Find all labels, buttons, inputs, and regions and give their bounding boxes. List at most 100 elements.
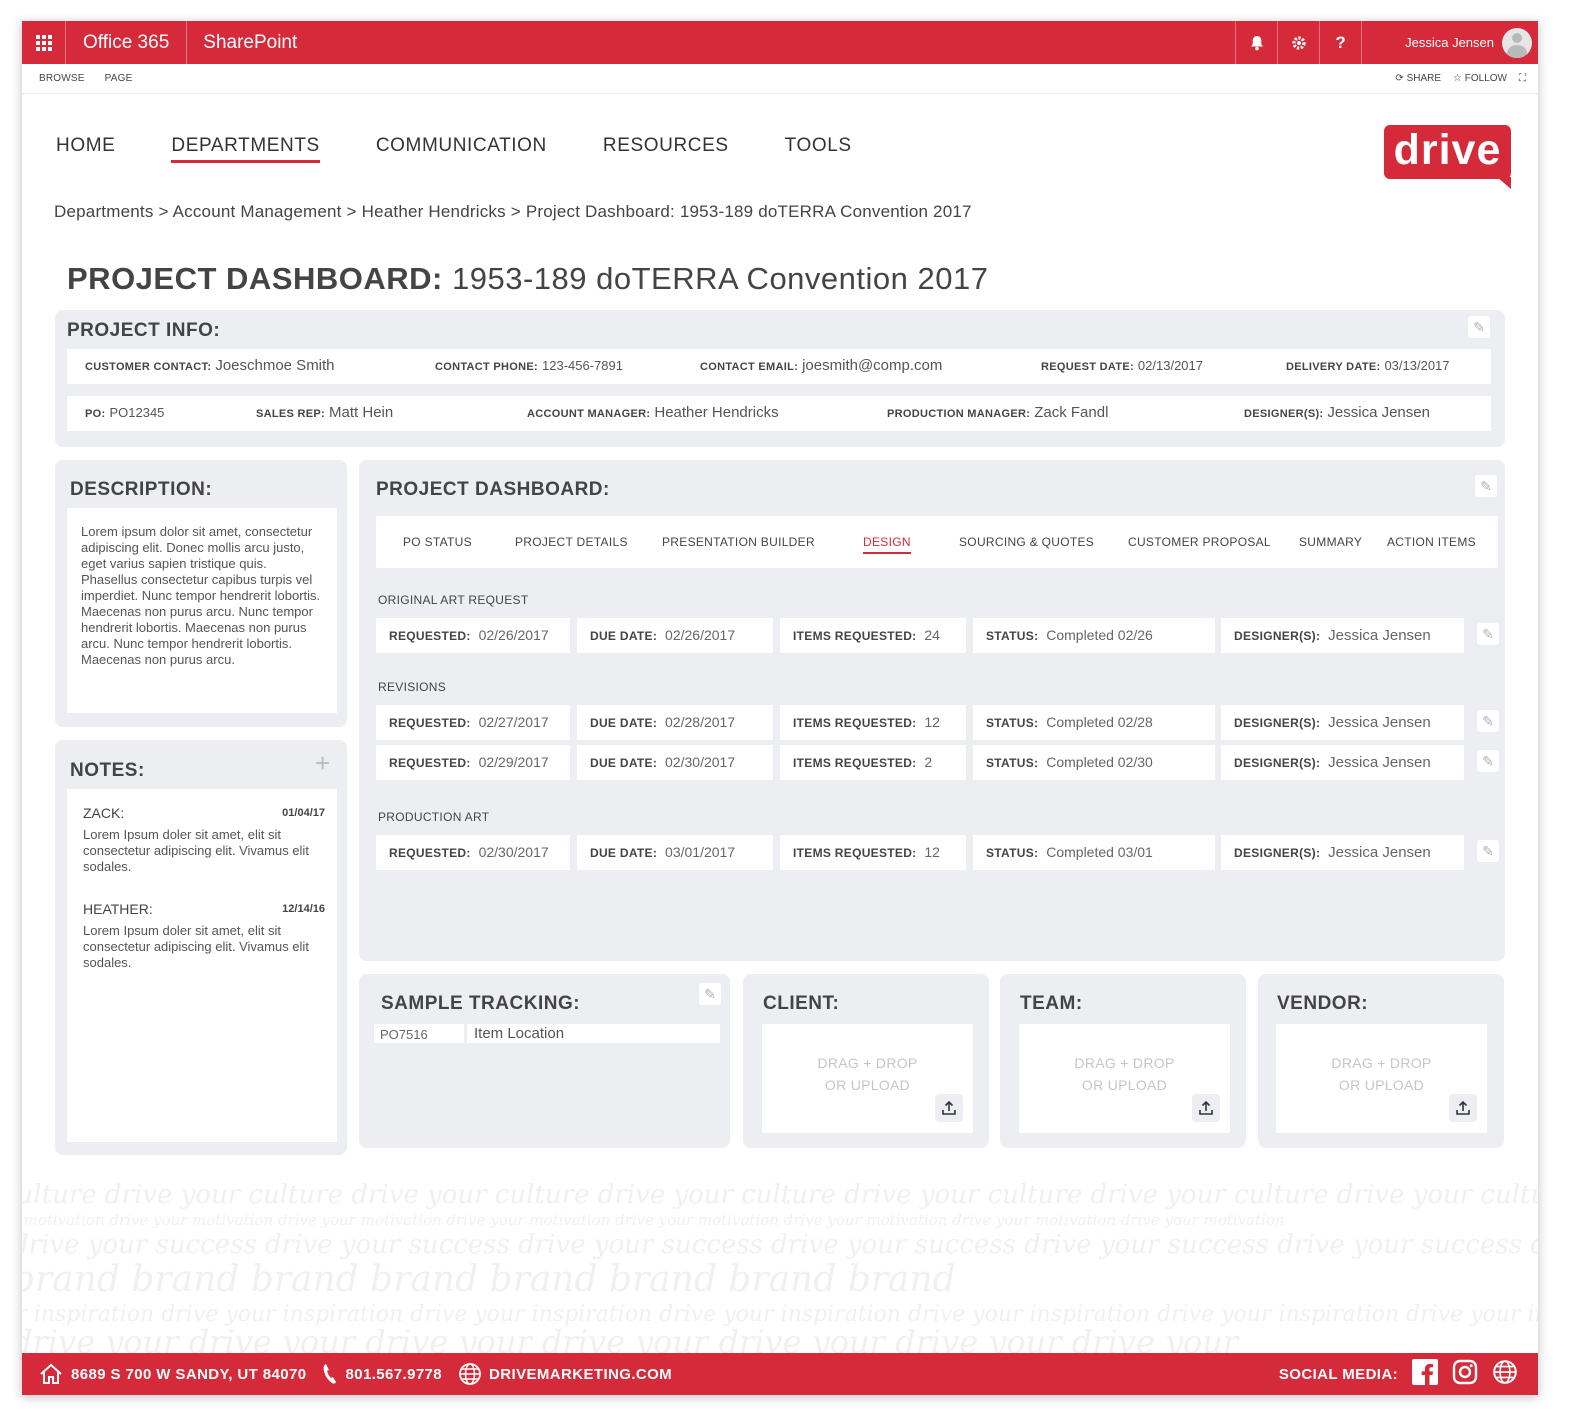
vendor-title: VENDOR: [1277, 993, 1369, 1014]
description-box: Lorem ipsum dolor sit amet, consectetur … [67, 508, 337, 713]
edit-sample-tracking-icon[interactable]: ✎ [699, 983, 721, 1005]
client-dropzone[interactable]: DRAG + DROP OR UPLOAD [762, 1024, 973, 1133]
globe-icon [459, 1363, 481, 1385]
dashboard-tabs: PO STATUS PROJECT DETAILS PRESENTATION B… [376, 516, 1498, 568]
sales-rep-value: Matt Hein [329, 404, 394, 421]
contact-email-value[interactable]: joesmith@comp.com [802, 357, 942, 374]
breadcrumb-departments[interactable]: Departments [54, 202, 154, 221]
social-media-label: SOCIAL MEDIA: [1278, 1365, 1398, 1383]
items-requested-cell: ITEMS REQUESTED: 2 [780, 745, 966, 780]
tab-design[interactable]: DESIGN [863, 535, 911, 554]
status-cell: STATUS: Completed 02/28 [973, 705, 1215, 740]
drive-logo[interactable]: drive [1384, 125, 1511, 189]
status-cell: STATUS: Completed 02/26 [973, 618, 1215, 653]
notifications-bell-icon[interactable] [1235, 21, 1277, 64]
ribbon-tab-browse[interactable]: BROWSE [39, 73, 85, 84]
share-button[interactable]: ⟳ SHARE [1395, 73, 1441, 84]
nav-communication[interactable]: COMMUNICATION [376, 135, 547, 163]
add-note-icon[interactable]: + [315, 748, 330, 779]
project-info-title: PROJECT INFO: [67, 320, 221, 341]
sample-po-field[interactable]: PO7516 [374, 1024, 464, 1043]
vendor-dropzone[interactable]: DRAG + DROP OR UPLOAD [1276, 1024, 1487, 1133]
footer-phone[interactable]: 801.567.9778 [322, 1362, 442, 1386]
upload-icon[interactable] [935, 1094, 963, 1122]
breadcrumb: Departments > Account Management > Heath… [54, 202, 972, 221]
tab-sourcing-quotes[interactable]: SOURCING & QUOTES [959, 535, 1094, 549]
svg-text:drive your success drive your: drive your success drive your success dr… [22, 1230, 1538, 1260]
team-upload-panel: TEAM: DRAG + DROP OR UPLOAD [1000, 974, 1246, 1148]
instagram-icon[interactable] [1452, 1359, 1478, 1389]
request-date-value: 02/13/2017 [1137, 358, 1203, 373]
production-manager-value: Zack Fandl [1034, 404, 1109, 421]
dashboard-title: PROJECT DASHBOARD: [376, 479, 610, 500]
designer-cell: DESIGNER(S): Jessica Jensen [1221, 705, 1464, 740]
due-date-cell: DUE DATE: 02/26/2017 [577, 618, 773, 653]
nav-home[interactable]: HOME [56, 135, 115, 163]
sample-location-field[interactable]: Item Location [467, 1024, 720, 1043]
section-revisions: REVISIONS [378, 680, 447, 694]
svg-text:drive your drive your dr: drive your drive your drive your drive y… [22, 1323, 1240, 1353]
suite-bar: Office 365 SharePoint ? Jessica Jensen [22, 21, 1538, 64]
notes-panel: NOTES: + ZACK: 01/04/17 Lorem Ipsum doler… [55, 740, 347, 1155]
settings-gear-icon[interactable] [1277, 21, 1319, 64]
description-title: DESCRIPTION: [70, 479, 213, 500]
tab-action-items[interactable]: ACTION ITEMS [1387, 535, 1476, 549]
tab-project-details[interactable]: PROJECT DETAILS [515, 535, 628, 549]
note-author: HEATHER: [83, 901, 153, 917]
brand-pattern-background: culture drive your culture drive your cu… [22, 1173, 1538, 1353]
edit-project-info-icon[interactable]: ✎ [1468, 316, 1490, 338]
upload-icon[interactable] [1449, 1094, 1477, 1122]
nav-tools[interactable]: TOOLS [785, 135, 852, 163]
client-title: CLIENT: [763, 993, 840, 1014]
tab-po-status[interactable]: PO STATUS [403, 535, 472, 549]
nav-resources[interactable]: RESOURCES [603, 135, 729, 163]
facebook-icon[interactable] [1412, 1359, 1438, 1389]
help-icon[interactable]: ? [1319, 21, 1361, 64]
user-menu[interactable]: Jessica Jensen [1361, 21, 1538, 64]
phone-icon [324, 1364, 337, 1384]
user-name: Jessica Jensen [1405, 35, 1494, 50]
edit-row-icon[interactable]: ✎ [1477, 840, 1499, 862]
note-text: Lorem Ipsum doler sit amet, elit sit con… [83, 827, 309, 874]
due-date-cell: DUE DATE: 02/28/2017 [577, 705, 773, 740]
tab-customer-proposal[interactable]: CUSTOMER PROPOSAL [1128, 535, 1271, 549]
ribbon-tab-page[interactable]: PAGE [105, 73, 133, 84]
edit-row-icon[interactable]: ✎ [1477, 750, 1499, 772]
team-dropzone[interactable]: DRAG + DROP OR UPLOAD [1019, 1024, 1230, 1133]
breadcrumb-heather-hendricks[interactable]: Heather Hendricks [362, 202, 506, 221]
website-globe-icon[interactable] [1492, 1359, 1518, 1389]
po-value: PO12345 [109, 405, 165, 420]
edit-row-icon[interactable]: ✎ [1477, 710, 1499, 732]
breadcrumb-current-page: Project Dashboard: 1953-189 doTERRA Conv… [525, 202, 972, 221]
home-icon [40, 1363, 62, 1384]
edit-dashboard-icon[interactable]: ✎ [1475, 475, 1497, 497]
requested-cell: REQUESTED: 02/29/2017 [376, 745, 570, 780]
footer-website[interactable]: DRIVEMARKETING.COM [458, 1362, 672, 1386]
client-upload-panel: CLIENT: DRAG + DROP OR UPLOAD [743, 974, 989, 1148]
follow-button[interactable]: ☆ FOLLOW [1453, 73, 1507, 84]
note-item: ZACK: 01/04/17 Lorem Ipsum doler sit amet… [83, 805, 325, 875]
items-requested-cell: ITEMS REQUESTED: 12 [780, 705, 966, 740]
app-launcher-icon[interactable] [22, 21, 66, 64]
share-icon: ⟳ [1395, 73, 1404, 84]
due-date-cell: DUE DATE: 03/01/2017 [577, 835, 773, 870]
designer-cell: DESIGNER(S): Jessica Jensen [1221, 745, 1464, 780]
nav-departments[interactable]: DEPARTMENTS [171, 135, 320, 163]
sharepoint-link[interactable]: SharePoint [187, 32, 297, 54]
description-text: Lorem ipsum dolor sit amet, consectetur … [81, 524, 321, 667]
delivery-date-value: 03/13/2017 [1384, 358, 1450, 373]
upload-icon[interactable] [1192, 1094, 1220, 1122]
note-item: HEATHER: 12/14/16 Lorem Ipsum doler sit a… [83, 901, 325, 971]
account-manager-value: Heather Hendricks [654, 404, 779, 421]
focus-mode-icon[interactable]: ⛶ [1519, 73, 1526, 84]
svg-text:culture drive your culture dri: culture drive your culture drive your cu… [22, 1180, 1538, 1210]
project-info-row-2: PO: PO12345 SALES REP: Matt Hein ACCOUNT M… [67, 396, 1491, 431]
breadcrumb-account-management[interactable]: Account Management [173, 202, 342, 221]
customer-contact-value: Joeschmoe Smith [215, 357, 335, 374]
notes-title: NOTES: [70, 760, 145, 781]
edit-row-icon[interactable]: ✎ [1477, 623, 1499, 645]
tab-presentation-builder[interactable]: PRESENTATION BUILDER [662, 535, 815, 549]
tab-summary[interactable]: SUMMARY [1299, 535, 1362, 549]
star-icon: ☆ [1453, 73, 1462, 84]
office365-link[interactable]: Office 365 [66, 21, 188, 64]
